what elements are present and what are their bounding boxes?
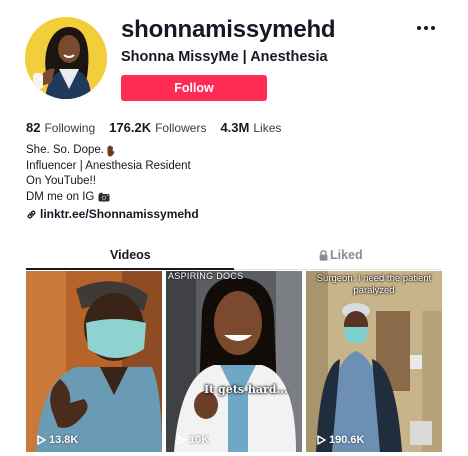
following-stat[interactable]: 82 Following [26, 120, 95, 135]
video-1-views: 13.8K [37, 434, 78, 446]
tab-liked-label: Liked [330, 248, 363, 262]
bio-line-3: On YouTube!! [26, 175, 96, 187]
camera-flash-icon [98, 193, 110, 202]
username: shonnamissymehd [121, 16, 336, 43]
video-3-views: 190.6K [317, 434, 364, 446]
active-tab-indicator [26, 268, 234, 270]
video-2-views: 10K [177, 434, 209, 446]
likes-count: 4.3M [220, 120, 250, 135]
play-icon [317, 435, 326, 445]
likes-stat: 4.3M Likes [220, 120, 281, 135]
tab-liked[interactable]: Liked [319, 248, 363, 262]
followers-count: 176.2K [109, 120, 152, 135]
more-options-icon[interactable] [417, 26, 437, 36]
video-2-image [166, 271, 302, 452]
bio-line-1: She. So. Dope. [26, 144, 104, 156]
nickname: Shonna MissyMe | Anesthesia [121, 49, 328, 65]
followers-stat[interactable]: 176.2K Followers [109, 120, 206, 135]
bio-line-4: DM me on IG [26, 190, 95, 203]
play-icon [37, 435, 46, 445]
profile-link[interactable]: linktr.ee/Shonnamissymehd [26, 207, 199, 221]
bio: She. So. Dope. Influencer | Anesthesia R… [26, 143, 191, 205]
profile-tabs: Videos Liked [26, 242, 442, 270]
followers-label: Followers [155, 121, 207, 135]
video-1-image [26, 271, 162, 452]
video-2-top-caption: ASPIRING DOCS [168, 271, 244, 281]
video-thumbnail-1[interactable]: 13.8K [26, 271, 162, 452]
profile-link-text: linktr.ee/Shonnamissymehd [40, 207, 199, 221]
profile-stats: 82 Following 176.2K Followers 4.3M Likes [26, 120, 295, 135]
likes-label: Likes [253, 121, 282, 135]
bio-line-2: Influencer | Anesthesia Resident [26, 159, 191, 172]
following-label: Following [44, 121, 96, 135]
video-grid: 13.8K ASPIRING DOCS It gets hard... 10K [26, 271, 442, 456]
play-icon [177, 435, 186, 445]
video-2-caption: It gets hard... [204, 383, 288, 396]
video-thumbnail-2[interactable]: ASPIRING DOCS It gets hard... 10K [166, 271, 302, 452]
raised-hand-icon [107, 145, 115, 157]
link-icon [27, 209, 36, 219]
lock-icon [319, 249, 328, 261]
following-count: 82 [26, 120, 41, 135]
follow-button[interactable]: Follow [121, 75, 267, 101]
video-3-image [306, 271, 442, 452]
tab-videos[interactable]: Videos [110, 248, 151, 262]
video-thumbnail-3[interactable]: Surgeon: I need the patient paralyzed 19… [306, 271, 442, 452]
video-3-caption: Surgeon: I need the patient paralyzed [316, 273, 432, 296]
avatar[interactable] [25, 17, 107, 99]
